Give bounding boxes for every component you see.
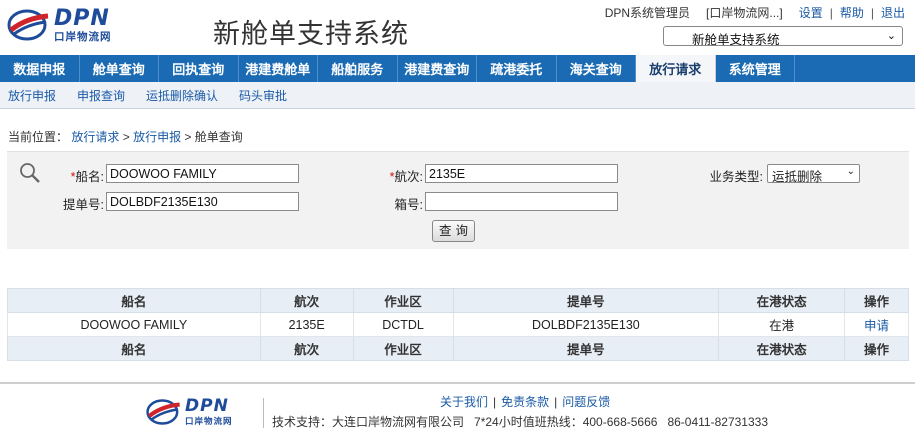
cell-bl-number: DOLBDF2135E130	[452, 312, 720, 337]
system-title: 新舱单支持系统	[213, 19, 409, 50]
cell-voyage: 2135E	[259, 312, 354, 337]
footer-support: 技术支持：大连口岸物流网有限公司 7*24小时值班热线：400-668-5666 8…	[272, 413, 778, 430]
nav-item-port-evacuation[interactable]: 疏港委托	[477, 55, 557, 82]
breadcrumb-separator: >	[122, 130, 134, 144]
column-header: 船名	[7, 288, 261, 313]
breadcrumb-release-request[interactable]: 放行请求	[71, 130, 119, 144]
nav-item-manifest-query[interactable]: 舱单查询	[80, 55, 159, 82]
disclaimer-link[interactable]: 免责条款	[501, 395, 549, 409]
breadcrumb-release-declaration[interactable]: 放行申报	[133, 130, 181, 144]
search-panel: *船名: *航次: 业务类型: 运抵删除 ⌄ 提单号: 箱号: 查询	[7, 151, 909, 249]
about-us-link[interactable]: 关于我们	[440, 395, 488, 409]
cell-work-area: DCTDL	[352, 312, 454, 337]
column-header: 操作	[844, 288, 909, 313]
dpn-logo-icon	[146, 399, 180, 425]
sub-item-arrival-deletion-confirm[interactable]: 运抵删除确认	[146, 87, 218, 104]
nav-item-ship-service[interactable]: 船舶服务	[318, 55, 398, 82]
top-links: DPN系统管理员 [口岸物流网...] 设置 | 帮助 | 退出	[605, 4, 905, 21]
column-header: 作业区	[352, 288, 454, 313]
header: DPN 口岸物流网 新舱单支持系统 DPN系统管理员 [口岸物流网...] 设置…	[0, 0, 915, 55]
query-button[interactable]: 查询	[432, 220, 475, 242]
table-row: DOOWOO FAMILY 2135E DCTDL DOLBDF2135E130…	[7, 312, 909, 337]
cell-port-status: 在港	[718, 312, 846, 337]
results-table: 船名 航次 作业区 提单号 在港状态 操作 DOOWOO FAMILY 2135…	[7, 288, 909, 361]
dpn-logo-icon	[7, 9, 49, 41]
voyage-input[interactable]	[425, 164, 618, 183]
biz-type-select[interactable]: 运抵删除 ⌄	[767, 164, 860, 184]
apply-link[interactable]: 申请	[864, 319, 889, 333]
nav-item-data-declaration[interactable]: 数据申报	[0, 55, 80, 82]
bl-label: 提单号:	[63, 198, 104, 212]
box-label: 箱号:	[394, 198, 423, 212]
sub-nav: 放行申报 申报查询 运抵删除确认 码头审批	[0, 82, 915, 109]
breadcrumb: 当前位置： 放行请求 > 放行申报 > 舱单查询	[8, 128, 243, 145]
footer: 关于我们 | 免责条款 | 问题反馈 DPN 口岸物流网 技术支持：大连口岸物流网有限公…	[0, 382, 915, 438]
footer-links: 关于我们 | 免责条款 | 问题反馈	[440, 393, 610, 410]
breadcrumb-current: > 舱单查询	[184, 130, 243, 144]
breadcrumb-prefix: 当前位置：	[8, 130, 69, 144]
column-footer: 提单号	[452, 336, 720, 361]
nav-item-port-fee-manifest[interactable]: 港建费舱单	[239, 55, 318, 82]
phone: 86-0411-82731333	[667, 415, 768, 429]
column-footer: 航次	[259, 336, 354, 361]
ship-name-label-text: 船名:	[75, 170, 104, 184]
column-footer: 在港状态	[718, 336, 846, 361]
support-company: 技术支持：大连口岸物流网有限公司	[272, 415, 465, 429]
column-header: 提单号	[452, 288, 720, 313]
current-company[interactable]: [口岸物流网...]	[706, 4, 783, 21]
nav-item-system-management[interactable]: 系统管理	[716, 55, 795, 82]
cell-ship-name: DOOWOO FAMILY	[7, 312, 261, 337]
voyage-label-text: 航次:	[394, 170, 423, 184]
voyage-label: *航次:	[381, 166, 423, 185]
sub-item-release-declaration[interactable]: 放行申报	[8, 87, 56, 104]
feedback-link[interactable]: 问题反馈	[562, 395, 610, 409]
hotline: 7*24小时值班热线：400-668-5666	[474, 415, 658, 429]
separator: |	[829, 5, 833, 20]
current-user: DPN系统管理员	[604, 6, 691, 20]
column-footer: 船名	[7, 336, 261, 361]
help-link[interactable]: 帮助	[840, 4, 864, 21]
page: DPN 口岸物流网 新舱单支持系统 DPN系统管理员 [口岸物流网...] 设置…	[0, 0, 915, 438]
footer-divider	[263, 398, 264, 428]
column-footer: 作业区	[352, 336, 454, 361]
chevron-down-icon: ⌄	[846, 166, 855, 177]
system-select-value: 新舱单支持系统	[692, 33, 780, 47]
biz-type-value: 运抵删除	[772, 170, 823, 184]
column-header: 在港状态	[718, 288, 846, 313]
system-select[interactable]: 新舱单支持系统 ⌄	[663, 26, 903, 47]
settings-link[interactable]: 设置	[799, 4, 823, 21]
column-header: 航次	[259, 288, 354, 313]
logout-link[interactable]: 退出	[881, 4, 905, 21]
logo-text: DPN	[54, 6, 110, 31]
ship-name-input[interactable]	[106, 164, 299, 183]
sub-item-terminal-approval[interactable]: 码头审批	[239, 87, 287, 104]
footer-logo-text: DPN	[185, 396, 229, 417]
sub-item-declaration-query[interactable]: 申报查询	[77, 87, 125, 104]
nav-item-port-fee-query[interactable]: 港建费查询	[398, 55, 477, 82]
table-header-row: 船名 航次 作业区 提单号 在港状态 操作	[7, 288, 909, 313]
search-icon	[20, 163, 40, 183]
nav-item-receipt-query[interactable]: 回执查询	[159, 55, 239, 82]
chevron-down-icon: ⌄	[886, 30, 896, 42]
dpn-logo[interactable]: DPN 口岸物流网	[6, 8, 112, 43]
nav-item-release-request[interactable]: 放行请求	[636, 55, 716, 82]
logo-subtext: 口岸物流网	[54, 31, 112, 43]
table-footer-row: 船名 航次 作业区 提单号 在港状态 操作	[7, 336, 909, 361]
biz-type-label: 业务类型:	[709, 170, 763, 184]
main-nav: 数据申报 舱单查询 回执查询 港建费舱单 船舶服务 港建费查询 疏港委托 海关查…	[0, 55, 915, 82]
separator: |	[493, 395, 497, 409]
bl-number-input[interactable]	[106, 192, 299, 211]
separator: |	[554, 395, 558, 409]
nav-filler	[795, 55, 915, 82]
ship-name-label: *船名:	[62, 166, 104, 185]
separator: |	[870, 5, 874, 20]
footer-logo: DPN 口岸物流网	[145, 398, 233, 426]
column-footer: 操作	[844, 336, 909, 361]
nav-item-customs-query[interactable]: 海关查询	[557, 55, 636, 82]
footer-logo-subtext: 口岸物流网	[185, 416, 233, 427]
box-number-input[interactable]	[425, 192, 618, 211]
cell-action: 申请	[844, 312, 909, 337]
